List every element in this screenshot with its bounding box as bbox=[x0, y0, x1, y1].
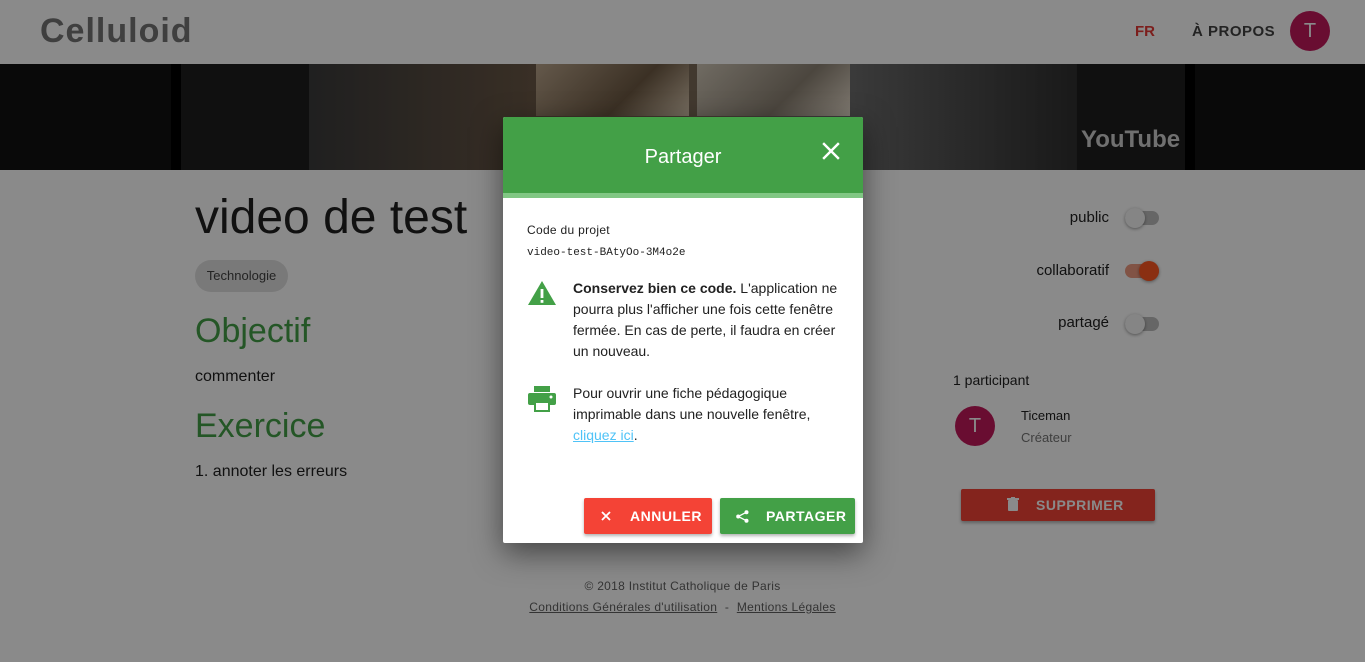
project-code-label: Code du projet bbox=[527, 223, 610, 237]
print-end: . bbox=[633, 427, 638, 443]
project-code-value: video-test-BAtyOo-3M4o2e bbox=[527, 247, 686, 259]
warning-bold: Conservez bien ce code. bbox=[573, 280, 737, 296]
warning-icon bbox=[528, 281, 556, 305]
print-text: Pour ouvrir une fiche pédagogique imprim… bbox=[573, 385, 811, 422]
share-dialog: Partager Code du projet video-test-BAtyO… bbox=[503, 117, 863, 543]
share-button-label: PARTAGER bbox=[766, 508, 847, 524]
dialog-header-bar bbox=[503, 193, 863, 198]
dialog-header: Partager bbox=[503, 117, 863, 193]
print-message: Pour ouvrir une fiche pédagogique imprim… bbox=[573, 383, 843, 446]
close-icon[interactable] bbox=[821, 141, 841, 161]
share-icon bbox=[736, 510, 749, 523]
printer-icon bbox=[528, 386, 556, 412]
share-button[interactable]: PARTAGER bbox=[720, 498, 855, 534]
cancel-button-label: ANNULER bbox=[630, 508, 702, 524]
dialog-title: Partager bbox=[644, 146, 722, 168]
cancel-button[interactable]: ANNULER bbox=[584, 498, 712, 534]
warning-message: Conservez bien ce code. L'application ne… bbox=[573, 278, 843, 362]
print-link[interactable]: cliquez ici bbox=[573, 427, 634, 443]
close-icon bbox=[601, 511, 611, 521]
